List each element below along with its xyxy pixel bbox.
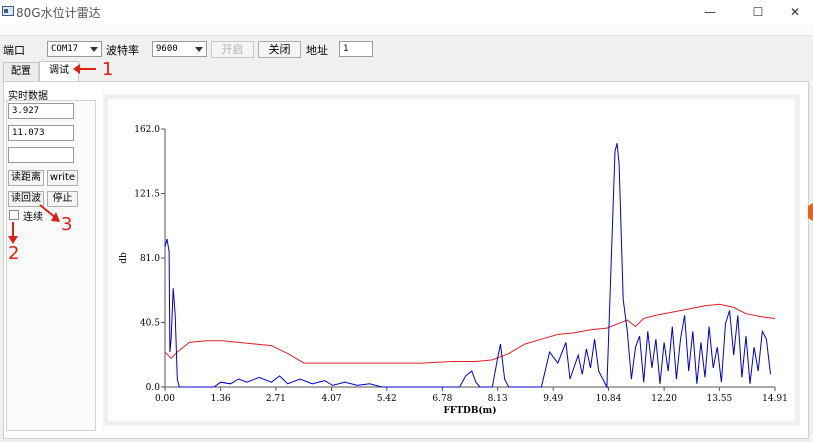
annotation-1: 1 xyxy=(102,59,114,80)
annotation-layer xyxy=(8,64,813,244)
arrow-3-head xyxy=(51,212,60,222)
annotation-2: 2 xyxy=(8,243,20,264)
arrow-1-head xyxy=(73,64,80,74)
app-window: 80G水位计雷达 — ☐ ✕ 端口 COM17 波特率 9600 开启 关闭 地… xyxy=(0,0,813,442)
annotation-3: 3 xyxy=(61,214,73,235)
arrow-3 xyxy=(39,204,57,219)
edge-marker xyxy=(808,203,813,221)
